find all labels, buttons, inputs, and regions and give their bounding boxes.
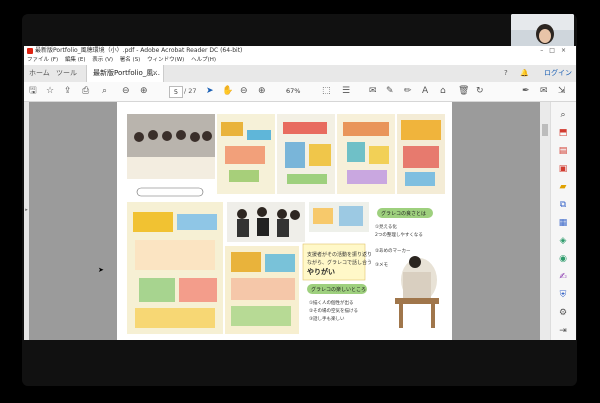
svg-text:ながら、グラレコで話し合う: ながら、グラレコで話し合う (307, 259, 372, 266)
tab-document-label: 最新版Portfolio_風... (93, 69, 160, 77)
tab-bar: ホーム ツール 最新版Portfolio_風... × ? 🔔 ログイン (24, 65, 576, 83)
export-pdf-icon[interactable]: ⬒ (558, 128, 568, 138)
svg-text:①見える化: ①見える化 (375, 223, 397, 230)
expand-left-panel-icon[interactable]: ▸ (24, 207, 29, 217)
acrobat-window: 最新版Portfolio_風穂環境（小）.pdf - Adobe Acrobat… (24, 46, 576, 340)
mouse-cursor-icon: ➤ (98, 266, 104, 274)
print-icon[interactable]: ⎙ (82, 85, 89, 98)
zoom-out-icon[interactable]: ⊖ (240, 85, 248, 98)
pdf-page: 支援者がその活動を振り返り ながら、グラレコで話し合う やりがい グラレコの楽し… (117, 102, 452, 340)
menu-view[interactable]: 表示 (V) (92, 57, 113, 63)
svg-text:①描く人の個性が出る: ①描く人の個性が出る (309, 299, 354, 306)
svg-text:グラレコの良さとは: グラレコの良さとは (381, 210, 426, 217)
toolbar: 🖫 ☆ ⇪ ⎙ ⌕ ⊖ ⊕ 5 / 27 ➤ ✋ ⊖ ⊕ 67% ⬚ ☰ ✉ ✎… (24, 82, 576, 102)
svg-text:グラレコの楽しいところ: グラレコの楽しいところ (311, 286, 366, 293)
tab-home[interactable]: ホーム (29, 65, 50, 82)
save-icon[interactable]: 🖫 (29, 85, 37, 98)
search-icon[interactable]: ⌕ (102, 85, 107, 98)
vertical-scrollbar[interactable] (540, 102, 550, 340)
menu-edit[interactable]: 編集 (E) (65, 57, 86, 63)
zoom-level[interactable]: 67% (286, 86, 300, 97)
page-graphic-recording: 支援者がその活動を振り返り ながら、グラレコで話し合う やりがい グラレコの楽し… (127, 114, 445, 334)
right-tools-panel: ⌕ ⬒ ▤ ▣ ▰ ⧉ ▦ ◈ ◉ ✍ ⛨ ⚙ ⇥ (550, 102, 576, 340)
stamp-icon[interactable]: ⌂ (440, 85, 446, 98)
edit-pdf-icon[interactable]: ▤ (558, 146, 568, 156)
login-button[interactable]: ログイン (544, 65, 572, 82)
organize-pages-icon[interactable]: ▦ (558, 218, 568, 228)
tab-document[interactable]: 最新版Portfolio_風... × (86, 65, 164, 82)
menu-file[interactable]: ファイル (F) (27, 57, 58, 63)
svg-text:②その場の空気を描ける: ②その場の空気を描ける (309, 307, 358, 314)
fill-sign-icon[interactable]: ✍ (558, 272, 568, 282)
left-panel-collapsed[interactable]: ▸ (24, 102, 29, 340)
compress-pdf-icon[interactable]: ◈ (558, 236, 568, 246)
rotate-icon[interactable]: ↻ (476, 85, 484, 98)
tab-tools[interactable]: ツール (56, 65, 77, 82)
svg-text:2つの整理しやすくなる: 2つの整理しやすくなる (375, 231, 423, 238)
comment-panel-icon[interactable]: ▰ (558, 182, 568, 192)
upload-icon[interactable]: ⇪ (64, 85, 72, 98)
hand-tool-icon[interactable]: ✋ (222, 85, 233, 98)
notification-bell-icon[interactable]: 🔔 (520, 65, 529, 82)
window-title: 最新版Portfolio_風穂環境（小）.pdf - Adobe Acrobat… (35, 47, 243, 54)
scroll-mode-icon[interactable]: ☰ (342, 85, 350, 98)
svg-text:②あめのマーカー: ②あめのマーカー (375, 248, 411, 254)
prev-page-icon[interactable]: ⊖ (122, 85, 130, 98)
pdf-file-icon (27, 48, 33, 54)
menu-window[interactable]: ウィンドウ(W) (147, 57, 184, 63)
page-total: / 27 (184, 87, 197, 95)
comment-icon[interactable]: ✉ (369, 85, 377, 98)
draw-icon[interactable]: ✏ (404, 85, 412, 98)
next-page-icon[interactable]: ⊕ (140, 85, 148, 98)
tab-close-icon[interactable]: × (152, 65, 158, 82)
help-icon[interactable]: ? (504, 65, 508, 82)
combine-files-icon[interactable]: ⧉ (558, 200, 568, 210)
svg-text:やりがい: やりがい (307, 267, 335, 276)
page-number-input[interactable]: 5 (169, 86, 183, 98)
document-workspace[interactable]: ▸ 支援者がその活動を振り返り ながら、グラレコで話し合う やりがい グラレコの… (24, 102, 540, 340)
svg-text:支援者がその活動を振り返り: 支援者がその活動を振り返り (307, 251, 372, 258)
menu-bar: ファイル (F) 編集 (E) 表示 (V) 署名 (S) ウィンドウ(W) ヘ… (24, 56, 576, 65)
sign-icon[interactable]: ✒ (522, 85, 530, 98)
menu-help[interactable]: ヘルプ(H) (191, 57, 216, 63)
zoom-tool-icon[interactable]: ⌕ (558, 110, 568, 120)
highlight-pen-icon[interactable]: ✎ (386, 85, 394, 98)
delete-icon[interactable]: 🗑 (458, 85, 469, 98)
menu-sign[interactable]: 署名 (S) (120, 57, 141, 63)
create-pdf-icon[interactable]: ▣ (558, 164, 568, 174)
window-controls[interactable]: –□× (540, 46, 572, 56)
mail-icon[interactable]: ✉ (540, 85, 548, 98)
scan-ocr-icon[interactable]: ◉ (558, 254, 568, 264)
select-cursor-icon[interactable]: ➤ (206, 85, 214, 98)
scrollbar-thumb[interactable] (542, 124, 548, 136)
fit-page-icon[interactable]: ⬚ (322, 85, 331, 98)
share-icon[interactable]: ⇲ (558, 85, 566, 98)
text-tool-icon[interactable]: A (422, 85, 428, 98)
zoom-in-icon[interactable]: ⊕ (258, 85, 266, 98)
collapse-panel-icon[interactable]: ⇥ (558, 326, 568, 336)
title-bar: 最新版Portfolio_風穂環境（小）.pdf - Adobe Acrobat… (24, 46, 576, 56)
bookmark-star-icon[interactable]: ☆ (46, 85, 54, 98)
more-tools-icon[interactable]: ⚙ (558, 308, 568, 318)
svg-text:③メモ: ③メモ (375, 262, 389, 268)
svg-text:③話し手も楽しい: ③話し手も楽しい (309, 315, 345, 322)
protect-icon[interactable]: ⛨ (558, 290, 568, 300)
